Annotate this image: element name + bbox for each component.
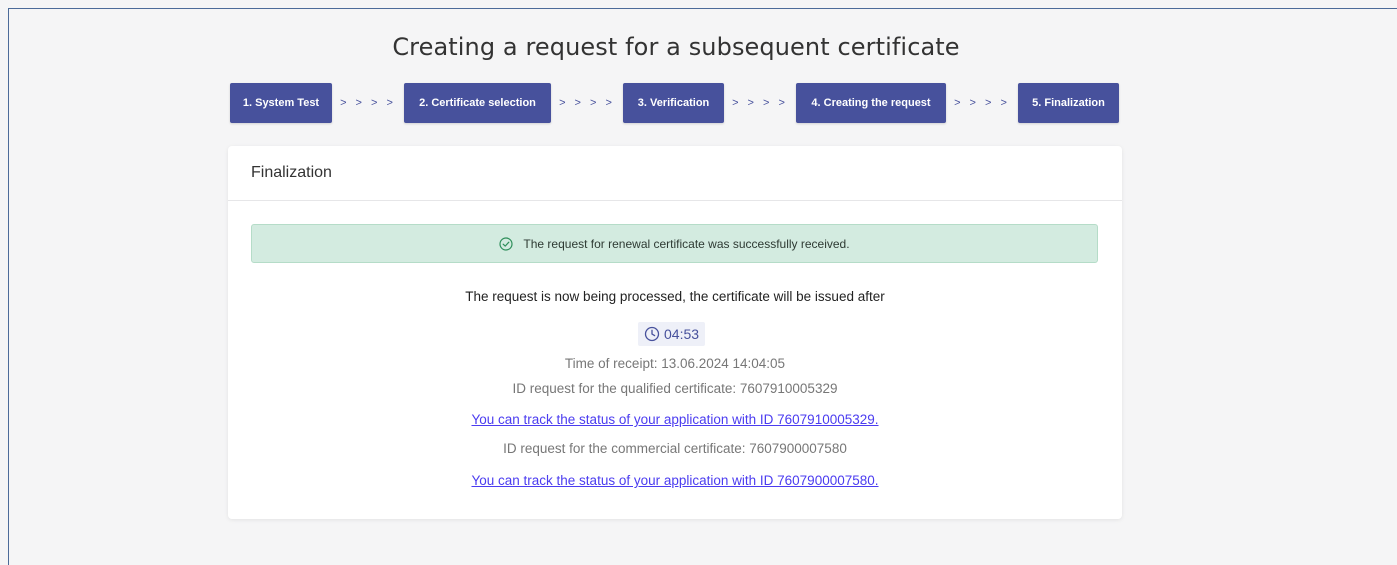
wizard-steps: 1. System Test > > > > 2. Certificate se… — [230, 83, 1119, 123]
finalization-card: Finalization The request for renewal cer… — [228, 146, 1122, 519]
commercial-request-id: ID request for the commercial certificat… — [503, 441, 847, 456]
page-title: Creating a request for a subsequent cert… — [392, 33, 960, 61]
step-separator: > > > > — [340, 97, 396, 109]
commercial-track-link-row: You can track the status of your applica… — [228, 472, 1122, 490]
countdown-timer: 04:53 — [638, 322, 706, 346]
qualified-track-link-row: You can track the status of your applica… — [228, 411, 1122, 429]
step-verification[interactable]: 3. Verification — [623, 83, 724, 123]
timer-value: 04:53 — [664, 326, 700, 342]
step-separator: > > > > — [732, 97, 788, 109]
alert-text: The request for renewal certificate was … — [523, 236, 850, 251]
step-finalization[interactable]: 5. Finalization — [1018, 83, 1119, 123]
step-certificate-selection[interactable]: 2. Certificate selection — [404, 83, 551, 123]
receipt-time: Time of receipt: 13.06.2024 14:04:05 — [564, 356, 786, 371]
qualified-request-id: ID request for the qualified certificate… — [512, 381, 838, 396]
step-separator: > > > > — [954, 97, 1010, 109]
processing-text: The request is now being processed, the … — [465, 289, 885, 304]
qualified-track-link[interactable]: You can track the status of your applica… — [471, 412, 878, 427]
success-alert: The request for renewal certificate was … — [251, 224, 1098, 263]
clock-icon — [644, 326, 660, 342]
step-system-test[interactable]: 1. System Test — [230, 83, 332, 123]
step-creating-request[interactable]: 4. Creating the request — [796, 83, 946, 123]
commercial-track-link[interactable]: You can track the status of your applica… — [471, 473, 878, 488]
card-title: Finalization — [228, 146, 1122, 201]
step-separator: > > > > — [559, 97, 615, 109]
check-circle-icon — [499, 236, 514, 251]
